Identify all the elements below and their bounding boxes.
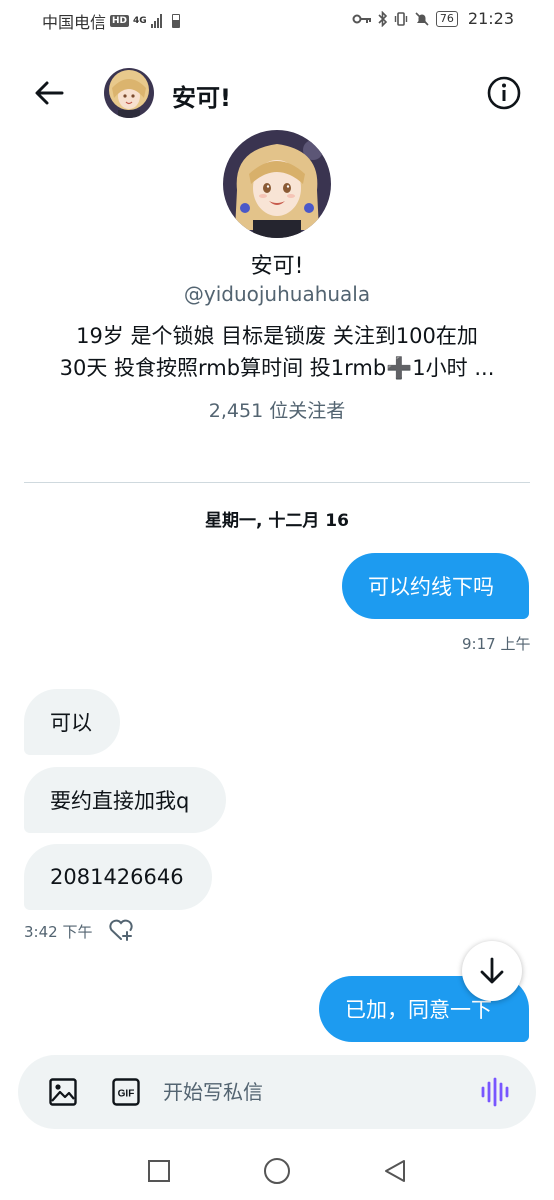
bluetooth-icon — [378, 10, 388, 27]
profile-bio-line: 30天 投食按照rmb算时间 投1rmb➕1小时 ... — [59, 356, 495, 380]
profile-handle: @yiduojuhuahuala — [183, 282, 371, 306]
gif-icon: GIF — [112, 1078, 140, 1106]
header-avatar[interactable] — [104, 68, 154, 118]
battery-level: 76 — [435, 10, 458, 27]
message-timestamp: 9:17 上午 — [462, 635, 531, 653]
message-bubble-incoming[interactable]: 要约直接加我q — [24, 767, 226, 833]
nav-triangle-icon — [385, 1160, 405, 1182]
add-gif-button[interactable]: GIF — [111, 1077, 141, 1107]
back-button[interactable] — [30, 76, 68, 110]
conversation-header: 安可! — [0, 62, 554, 124]
key-icon — [352, 14, 371, 23]
scroll-to-bottom-button[interactable] — [462, 941, 522, 1001]
nav-circle-icon — [264, 1158, 290, 1184]
message-input[interactable] — [163, 1073, 463, 1111]
back-nav-button[interactable] — [380, 1156, 410, 1186]
signal-icon — [150, 14, 162, 28]
message-timestamp: 3:42 下午 — [24, 923, 93, 941]
voice-message-button[interactable] — [480, 1077, 512, 1107]
date-separator: 星期一, 十二月 16 — [205, 511, 349, 531]
message-composer: GIF — [18, 1055, 536, 1129]
info-icon — [487, 76, 521, 110]
status-bar: 中国电信 HD 4G 76 21:23 — [0, 0, 554, 38]
arrow-down-icon — [480, 957, 504, 984]
system-nav-bar — [0, 1140, 554, 1200]
hd-badge: HD — [110, 15, 130, 27]
profile-avatar[interactable] — [223, 130, 331, 238]
message-bubble-incoming[interactable]: 可以 — [24, 689, 120, 755]
profile-bio: 19岁 是个锁娘 目标是锁废 关注到100在加 30天 投食按照rmb算时间 投… — [37, 320, 517, 384]
profile-name: 安可! — [250, 254, 304, 279]
info-button[interactable] — [486, 75, 522, 111]
voice-wave-icon — [481, 1077, 509, 1107]
carrier-name: 中国电信 — [42, 13, 107, 32]
divider — [24, 482, 530, 483]
gif-label: GIF — [118, 1089, 135, 1100]
nav-square-icon — [148, 1160, 170, 1182]
battery-alert-icon — [171, 14, 180, 28]
message-bubble-incoming[interactable]: 2081426646 — [24, 844, 212, 910]
follower-count[interactable]: 2,451 位关注者 — [0, 396, 554, 423]
header-title: 安可! — [172, 84, 231, 112]
clock: 21:23 — [467, 9, 514, 28]
recents-button[interactable] — [144, 1156, 174, 1186]
message-bubble-outgoing[interactable]: 可以约线下吗 — [342, 553, 529, 619]
add-image-button[interactable] — [48, 1077, 78, 1107]
image-icon — [49, 1078, 77, 1106]
back-arrow-icon — [35, 81, 64, 105]
profile-bio-line: 19岁 是个锁娘 目标是锁废 关注到100在加 — [76, 324, 478, 348]
home-button[interactable] — [262, 1156, 292, 1186]
vibrate-icon — [394, 11, 408, 26]
heart-plus-icon[interactable] — [108, 918, 134, 942]
profile-card[interactable]: 安可! @yiduojuhuahuala 19岁 是个锁娘 目标是锁废 关注到1… — [0, 130, 554, 423]
network-type: 4G — [133, 16, 147, 26]
mute-bell-icon — [415, 11, 429, 26]
